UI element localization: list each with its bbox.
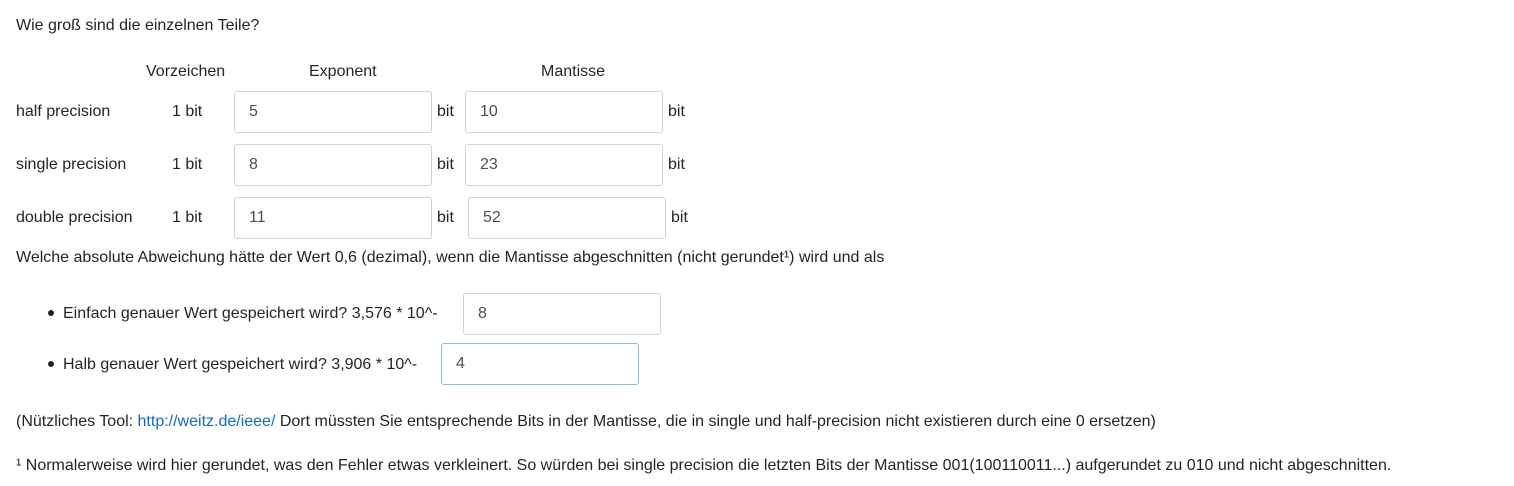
bullet-text-single: Einfach genauer Wert gespeichert wird? 3… [63, 305, 438, 322]
deviation-question: Welche absolute Abweichung hätte der Wer… [16, 249, 885, 266]
header-exponent: Exponent [309, 63, 377, 80]
unit-exponent-single: bit [437, 156, 454, 173]
unit-exponent-double: bit [437, 209, 454, 226]
mantisse-input-double[interactable] [468, 197, 666, 239]
row-label-half: half precision [16, 103, 111, 120]
header-vorzeichen: Vorzeichen [146, 63, 226, 80]
header-mantisse: Mantisse [541, 63, 606, 80]
mantisse-input-single[interactable] [465, 144, 663, 186]
tool-link[interactable]: http://weitz.de/ieee/ [138, 413, 276, 430]
unit-mantisse-half: bit [668, 103, 685, 120]
tool-note: (Nützliches Tool: http://weitz.de/ieee/ … [16, 413, 1156, 431]
tool-note-prefix: (Nützliches Tool: [16, 413, 138, 430]
deviation-input-half[interactable] [441, 343, 639, 385]
footnote: ¹ Normalerweise wird hier gerundet, was … [16, 457, 1392, 474]
deviation-input-single[interactable] [463, 293, 661, 335]
exponent-input-single[interactable] [234, 144, 432, 186]
bullet-dot-icon [48, 361, 54, 367]
bullet-text-half: Halb genauer Wert gespeichert wird? 3,90… [63, 356, 418, 373]
unit-mantisse-single: bit [668, 156, 685, 173]
question-heading: Wie groß sind die einzelnen Teile? [16, 17, 260, 34]
exponent-input-half[interactable] [234, 91, 432, 133]
row-sign-double: 1 bit [172, 209, 203, 226]
mantisse-input-half[interactable] [465, 91, 663, 133]
row-sign-single: 1 bit [172, 156, 203, 173]
bullet-dot-icon [48, 310, 54, 316]
tool-note-suffix: Dort müssten Sie entsprechende Bits in d… [275, 413, 1156, 430]
unit-mantisse-double: bit [671, 209, 688, 226]
exponent-input-double[interactable] [234, 197, 432, 239]
row-sign-half: 1 bit [172, 103, 203, 120]
row-label-double: double precision [16, 209, 133, 226]
unit-exponent-half: bit [437, 103, 454, 120]
row-label-single: single precision [16, 156, 127, 173]
